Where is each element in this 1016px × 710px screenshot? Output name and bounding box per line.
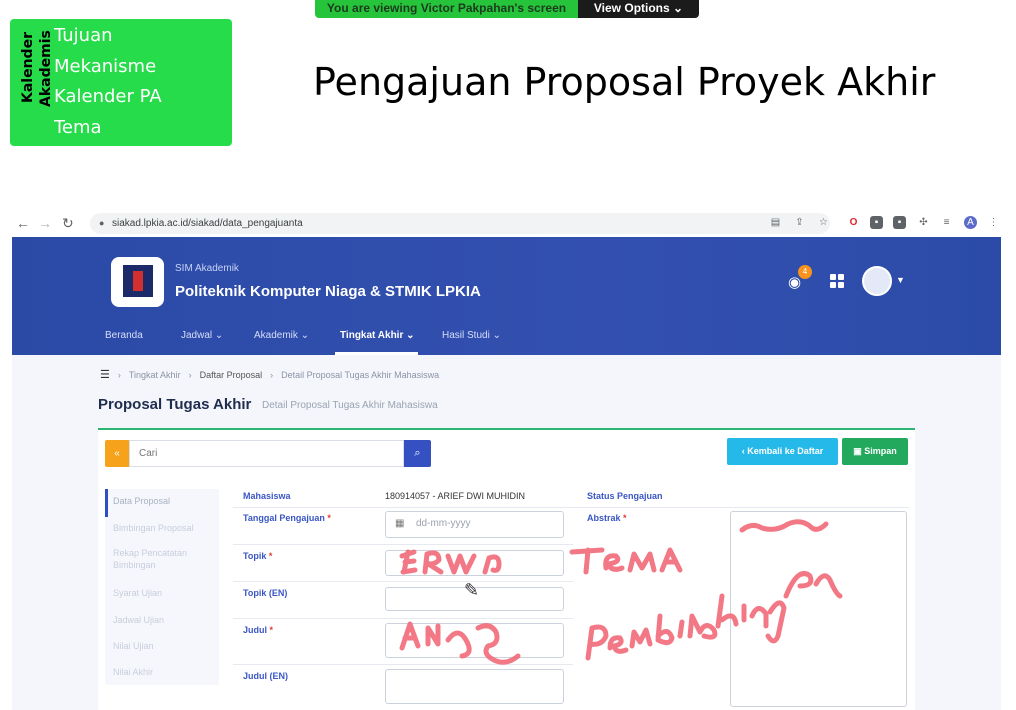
annotation-stroke-abstrak <box>739 519 829 533</box>
annotation-stroke-pembimbing <box>585 571 843 661</box>
annotation-overlay: ✎ <box>399 519 843 665</box>
pen-cursor-icon: ✎ <box>464 580 479 601</box>
annotation-stroke-tema <box>569 547 683 575</box>
annotation-stroke-topik <box>399 549 502 575</box>
annotation-stroke-judul <box>399 621 521 665</box>
